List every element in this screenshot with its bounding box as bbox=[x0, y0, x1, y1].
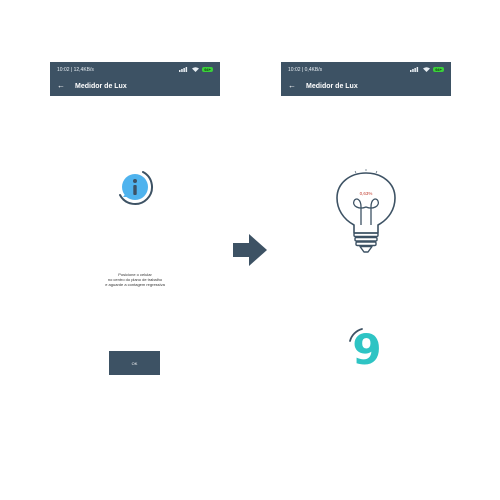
wifi-icon bbox=[192, 67, 200, 72]
bulb-percent: 0,63% bbox=[360, 191, 373, 196]
status-time: 10:02 | 12,4KB/s bbox=[57, 67, 94, 73]
status-icons: 94+ bbox=[410, 67, 444, 72]
back-arrow-icon[interactable]: ← bbox=[288, 81, 296, 91]
back-arrow-icon[interactable]: ← bbox=[57, 81, 65, 91]
instruction-line: e aguarde a contagem regressiva bbox=[105, 282, 165, 287]
instructions-text: Posicione o celular no centro do plano d… bbox=[70, 272, 200, 287]
battery-badge: 94+ bbox=[433, 67, 444, 72]
status-bar: 10:02 | 0,4KB/s 94+ bbox=[281, 62, 451, 78]
ok-button[interactable]: OK bbox=[109, 351, 160, 375]
wifi-icon bbox=[423, 67, 431, 72]
app-title: Medidor de Lux bbox=[306, 83, 358, 90]
countdown-number: 9 bbox=[352, 325, 381, 371]
signal-icon bbox=[179, 67, 188, 72]
screen-instructions: 10:02 | 12,4KB/s 94+ ← Medidor de Lux Po… bbox=[50, 62, 220, 422]
info-icon bbox=[119, 171, 153, 205]
screen-measurement: 10:02 | 0,4KB/s 94+ ← Medidor de Lux 0,6… bbox=[281, 62, 451, 422]
status-icons: 94+ bbox=[179, 67, 213, 72]
app-bar: ← Medidor de Lux bbox=[50, 78, 220, 96]
app-bar: ← Medidor de Lux bbox=[281, 78, 451, 96]
status-bar: 10:02 | 12,4KB/s 94+ bbox=[50, 62, 220, 78]
battery-badge: 94+ bbox=[202, 67, 213, 72]
light-bulb-icon: 0,63% bbox=[336, 169, 396, 253]
status-time: 10:02 | 0,4KB/s bbox=[288, 67, 323, 73]
next-arrow-icon bbox=[233, 234, 267, 266]
app-title: Medidor de Lux bbox=[75, 83, 127, 90]
countdown-display: 9 bbox=[349, 325, 382, 371]
signal-icon bbox=[410, 67, 419, 72]
